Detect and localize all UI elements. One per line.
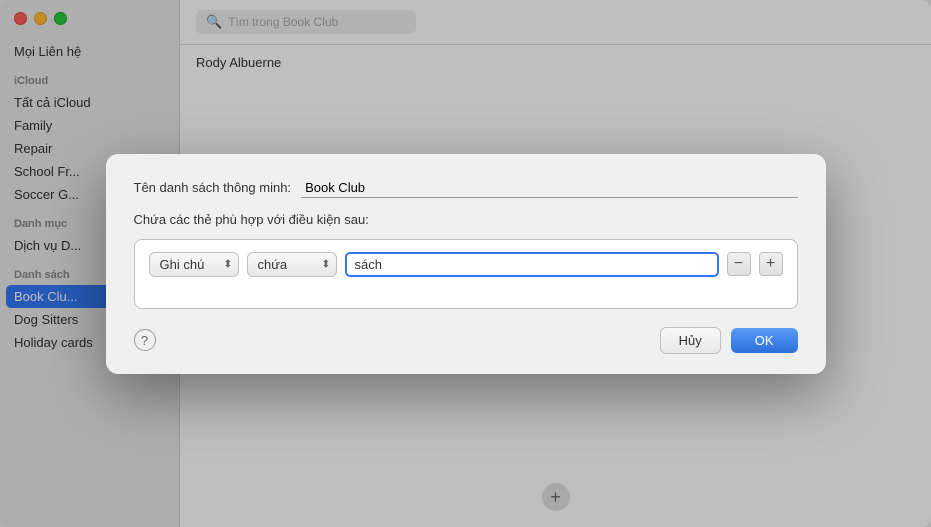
- cancel-button[interactable]: Hủy: [660, 327, 721, 354]
- condition-value-input[interactable]: [345, 252, 719, 277]
- operator-select-wrapper: chứa: [247, 252, 337, 277]
- smart-list-dialog: Tên danh sách thông minh: Chứa các thẻ p…: [106, 154, 826, 374]
- field-select[interactable]: Ghi chú: [149, 252, 239, 277]
- footer-buttons: Hủy OK: [660, 327, 798, 354]
- operator-select[interactable]: chứa: [247, 252, 337, 277]
- smart-list-name-input[interactable]: [301, 178, 797, 198]
- ok-button[interactable]: OK: [731, 328, 798, 353]
- remove-condition-button[interactable]: −: [727, 252, 751, 276]
- dialog-title-label: Tên danh sách thông minh:: [134, 180, 292, 195]
- condition-box: Ghi chú chứa − +: [134, 239, 798, 309]
- dialog-subtitle: Chứa các thẻ phù hợp với điều kiện sau:: [134, 212, 798, 227]
- condition-row: Ghi chú chứa − +: [149, 252, 783, 277]
- field-select-wrapper: Ghi chú: [149, 252, 239, 277]
- dialog-footer: ? Hủy OK: [134, 327, 798, 354]
- help-button[interactable]: ?: [134, 329, 156, 351]
- add-condition-button[interactable]: +: [759, 252, 783, 276]
- dialog-title-row: Tên danh sách thông minh:: [134, 178, 798, 198]
